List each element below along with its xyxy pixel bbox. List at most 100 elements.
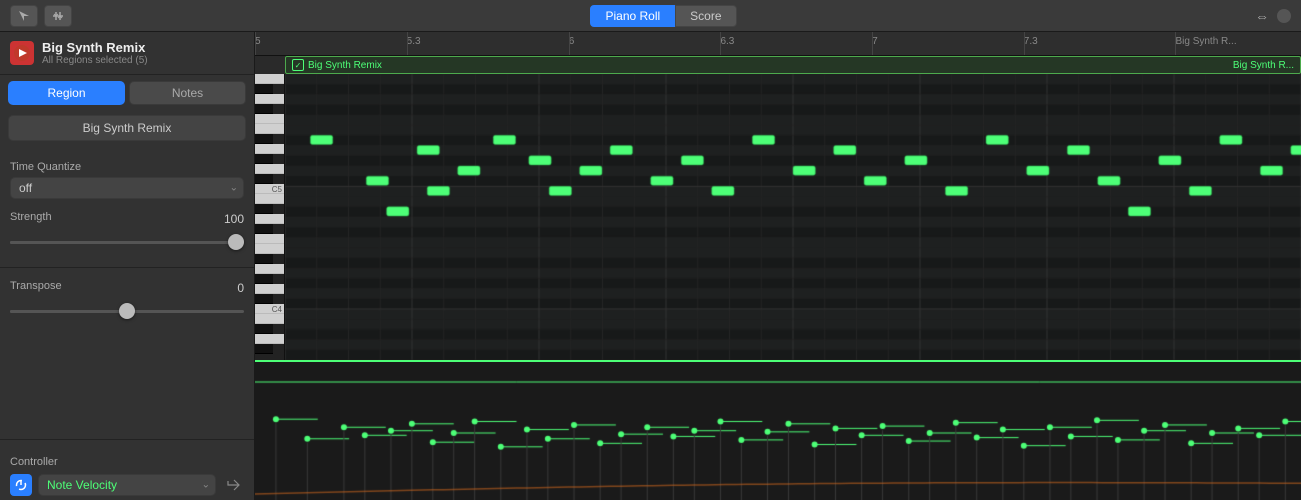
piano-key[interactable]: [255, 174, 273, 184]
piano-key[interactable]: [255, 154, 273, 164]
strength-thumb[interactable]: [228, 234, 244, 250]
piano-key[interactable]: [255, 134, 273, 144]
piano-key[interactable]: [255, 324, 273, 334]
piano-key[interactable]: [255, 204, 273, 214]
region-header-label: Big Synth Remix: [308, 60, 382, 71]
piano-key[interactable]: [255, 274, 273, 284]
ruler-mark: Big Synth R...: [1175, 36, 1236, 47]
transpose-label: Transpose: [10, 280, 62, 292]
strength-label: Strength: [10, 211, 52, 223]
piano-key[interactable]: [255, 104, 273, 114]
region-checkbox: ✓: [292, 59, 304, 71]
piano-key-label: C4: [272, 305, 282, 314]
piano-key[interactable]: [255, 244, 285, 254]
piano-key[interactable]: [255, 124, 285, 134]
main-layout: Big Synth Remix All Regions selected (5)…: [0, 32, 1301, 500]
toolbar-center: Piano Roll Score: [590, 5, 736, 27]
piano-key[interactable]: [255, 94, 285, 104]
time-quantize-select[interactable]: off: [10, 177, 244, 199]
transpose-value: 0: [237, 281, 244, 295]
ruler-line: [720, 32, 721, 55]
track-name: Big Synth Remix: [42, 40, 148, 55]
piano-key[interactable]: [255, 294, 273, 304]
piano-roll-container: 55.366.377.3Big Synth R... C5C4 ✓ Big Sy…: [255, 32, 1301, 500]
transpose-slider[interactable]: [10, 302, 244, 320]
piano-key[interactable]: [255, 314, 285, 324]
piano-key[interactable]: [255, 84, 273, 94]
tab-notes[interactable]: Notes: [129, 81, 246, 105]
sidebar-divider-2: [0, 439, 254, 440]
transpose-section: Transpose 0: [0, 272, 254, 332]
piano-key[interactable]: [255, 334, 285, 344]
flex-tool-button[interactable]: [44, 5, 72, 27]
grid-canvas: [285, 74, 1301, 360]
piano-key[interactable]: [255, 254, 273, 264]
ruler-line: [255, 32, 256, 55]
track-header: Big Synth Remix All Regions selected (5): [0, 32, 254, 75]
piano-key[interactable]: [255, 264, 285, 274]
piano-key[interactable]: [255, 344, 273, 354]
time-quantize-select-wrapper: off: [10, 177, 244, 199]
toolbar: Piano Roll Score ⇔: [0, 0, 1301, 32]
transpose-row: Transpose 0: [10, 280, 244, 296]
controller-area: [255, 360, 1301, 500]
controller-section: Controller Note Velocity: [0, 444, 254, 500]
piano-key[interactable]: [255, 164, 285, 174]
tab-region[interactable]: Region: [8, 81, 125, 105]
timeline-ruler: 55.366.377.3Big Synth R...: [255, 32, 1301, 56]
share-button[interactable]: [222, 474, 244, 496]
piano-keyboard: C5 C4: [255, 74, 285, 360]
expand-icon[interactable]: ⇔: [1255, 8, 1269, 24]
piano-key[interactable]: [255, 284, 285, 294]
ruler-line: [872, 32, 873, 55]
time-quantize-section: Time Quantize off: [0, 153, 254, 203]
track-icon: [10, 41, 34, 65]
ruler-mark: 7.3: [1024, 36, 1038, 47]
ruler-line: [1175, 32, 1176, 55]
strength-value: 100: [224, 212, 244, 226]
piano-key[interactable]: [255, 74, 285, 84]
power-button[interactable]: [10, 474, 32, 496]
region-header-label-right: Big Synth R...: [1233, 60, 1294, 71]
region-header-bar: ✓ Big Synth Remix Big Synth R...: [285, 56, 1301, 74]
region-name-button[interactable]: Big Synth Remix: [8, 115, 246, 141]
transpose-fill: [10, 310, 127, 313]
strength-row: Strength 100: [10, 211, 244, 227]
piano-key[interactable]: [255, 234, 285, 244]
controller-row: Note Velocity: [10, 474, 244, 496]
ruler-line: [569, 32, 570, 55]
piano-key[interactable]: [255, 194, 285, 204]
status-indicator: [1277, 9, 1291, 23]
smart-tool-button[interactable]: [10, 5, 38, 27]
strength-track: [10, 241, 244, 244]
ruler-line: [1024, 32, 1025, 55]
transpose-track: [10, 310, 244, 313]
time-quantize-label: Time Quantize: [10, 161, 244, 173]
toolbar-left: [10, 5, 72, 27]
track-info: Big Synth Remix All Regions selected (5): [42, 40, 148, 66]
piano-key[interactable]: [255, 224, 273, 234]
strength-section: Strength 100: [0, 203, 254, 263]
controller-select-wrapper: Note Velocity: [38, 474, 216, 496]
tab-piano-roll[interactable]: Piano Roll: [590, 5, 675, 27]
controller-canvas: [255, 362, 1301, 500]
strength-fill: [10, 241, 244, 244]
transpose-thumb[interactable]: [119, 303, 135, 319]
piano-key[interactable]: [255, 144, 285, 154]
ruler-line: [407, 32, 408, 55]
sidebar-tabs: Region Notes: [8, 81, 246, 105]
tab-score[interactable]: Score: [675, 5, 736, 27]
grid-area[interactable]: ✓ Big Synth Remix Big Synth R...: [285, 56, 1301, 360]
sidebar-divider-1: [0, 267, 254, 268]
ruler-mark: 6.3: [720, 36, 734, 47]
notes-area: C5 C4 ✓ Big Synth Remix Big Synth R...: [255, 56, 1301, 360]
toolbar-right: ⇔: [1255, 8, 1291, 24]
piano-key[interactable]: [255, 214, 285, 224]
controller-label: Controller: [10, 456, 58, 468]
piano-key[interactable]: [255, 114, 285, 124]
strength-slider[interactable]: [10, 233, 244, 251]
controller-select[interactable]: Note Velocity: [38, 474, 216, 496]
ruler-mark: 5.3: [407, 36, 421, 47]
piano-key-label: C5: [272, 185, 282, 194]
track-subtitle: All Regions selected (5): [42, 55, 148, 66]
